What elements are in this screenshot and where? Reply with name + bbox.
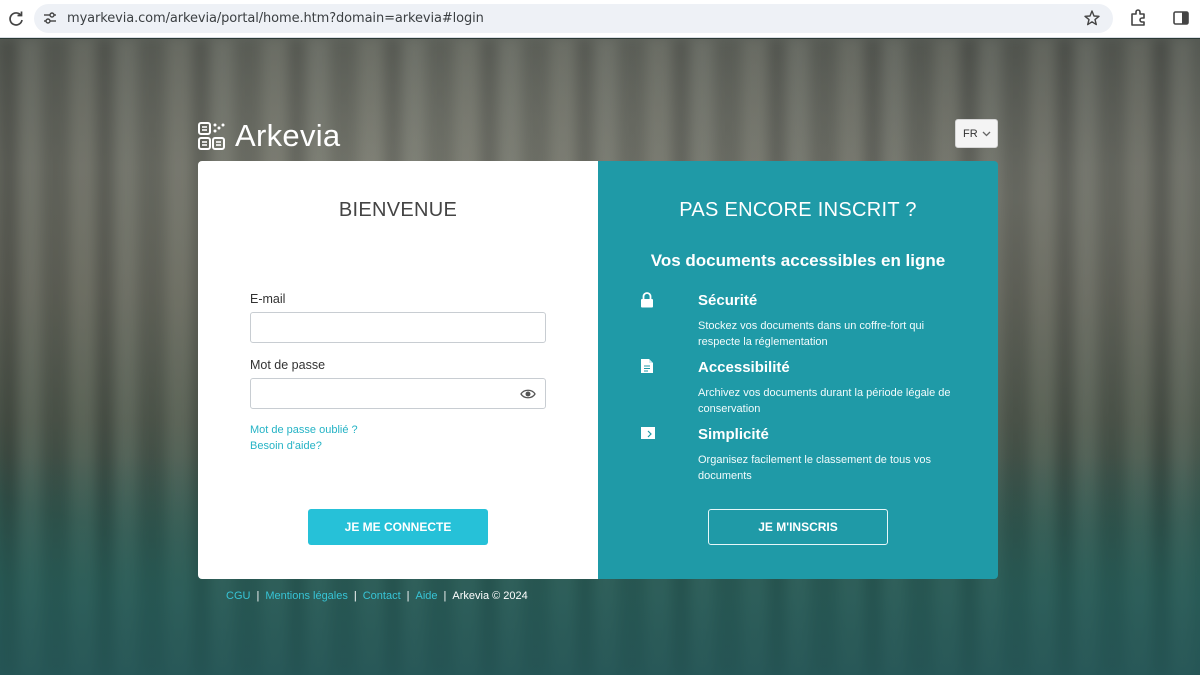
footer-separator: | [406,590,410,602]
footer-separator: | [353,590,357,602]
password-field[interactable] [250,378,546,409]
chevron-down-icon [982,131,991,137]
login-title: BIENVENUE [338,199,458,221]
signup-subtitle: Vos documents accessibles en ligne [650,251,946,270]
footer-link-contact[interactable]: Contact [363,590,401,602]
feature-title-simplicite: Simplicité [698,426,769,443]
signup-title: PAS ENCORE INSCRIT ? [679,199,917,221]
email-label: E-mail [250,292,286,306]
feature-title-accessibilite: Accessibilité [698,359,790,376]
feature-desc-securite: Stockez vos documents dans un coffre-for… [698,320,925,348]
side-panel-icon[interactable] [1172,9,1190,27]
footer-copyright: Arkevia © 2024 [452,590,528,602]
forgot-password-link[interactable]: Mot de passe oublié ? [250,424,358,436]
folder-icon [641,427,655,439]
bookmark-star-icon[interactable] [1083,9,1101,27]
reload-icon[interactable] [6,9,26,29]
signup-panel: PAS ENCORE INSCRIT ? Vos documents acces… [598,161,998,579]
language-select[interactable]: FR [955,119,998,148]
email-field[interactable] [250,312,546,343]
footer: CGU | Mentions légales | Contact | Aide … [226,590,528,602]
feature-title-securite: Sécurité [698,292,758,309]
footer-separator: | [256,590,260,602]
extensions-icon[interactable] [1128,8,1148,28]
arkevia-logo-icon [198,122,225,150]
login-button[interactable]: JE ME CONNECTE [308,509,488,545]
browser-toolbar: myarkevia.com/arkevia/portal/home.htm?do… [0,0,1200,38]
site-info-icon[interactable] [42,10,58,26]
feature-desc-simplicite: Organisez facilement le classement de to… [698,454,931,482]
password-input[interactable] [251,379,545,408]
email-input[interactable] [251,313,545,342]
help-link[interactable]: Besoin d'aide? [250,440,322,452]
feature-desc-accessibilite: Archivez vos documents durant la période… [698,387,951,415]
footer-link-cgu[interactable]: CGU [226,590,250,602]
document-icon [641,359,653,373]
login-panel: BIENVENUE E-mail Mot de passe Mot de pas… [198,161,598,579]
footer-separator: | [443,590,447,602]
language-selected: FR [963,127,978,140]
login-card: BIENVENUE E-mail Mot de passe Mot de pas… [198,161,998,579]
arkevia-logo[interactable]: Arkevia [197,118,341,153]
footer-link-mentions[interactable]: Mentions légales [265,590,348,602]
lock-icon [641,292,653,308]
url-text: myarkevia.com/arkevia/portal/home.htm?do… [67,11,484,26]
address-bar[interactable]: myarkevia.com/arkevia/portal/home.htm?do… [34,4,1113,33]
password-label: Mot de passe [250,358,326,372]
footer-link-aide[interactable]: Aide [416,590,438,602]
signup-button[interactable]: JE M'INSCRIS [708,509,888,545]
show-password-eye-icon[interactable] [520,387,536,401]
brand-name: Arkevia [235,118,341,153]
